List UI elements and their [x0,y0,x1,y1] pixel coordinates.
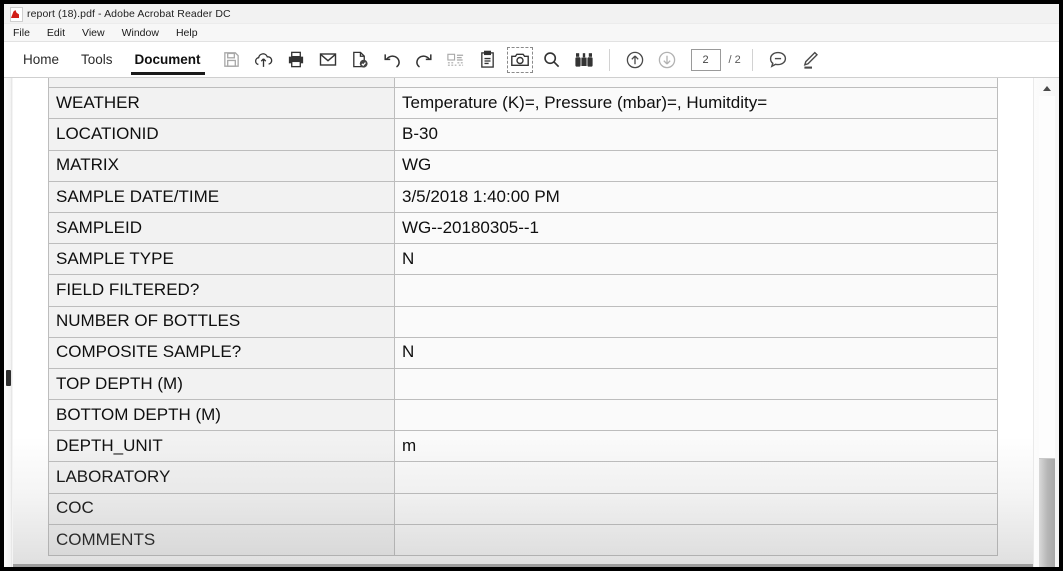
field-label-laboratory: LABORATORY [49,462,395,493]
table-row: LOCATIONID B-30 [49,119,998,150]
field-label-number-of-bottles: NUMBER OF BOTTLES [49,306,395,337]
acrobat-pdf-icon [10,7,22,20]
table-row: FIELD FILTERED? [49,275,998,306]
field-value-sample-date-time: 3/5/2018 1:40:00 PM [395,181,998,212]
field-value-matrix: WG [395,150,998,181]
field-label-sample-date-time: SAMPLE DATE/TIME [49,181,395,212]
acrobat-window: report (18).pdf - Adobe Acrobat Reader D… [4,4,1059,567]
table-row: COMPOSITE SAMPLE? N [49,337,998,368]
field-label-top-depth: TOP DEPTH (M) [49,368,395,399]
table-row: BOTTOM DEPTH (M) [49,400,998,431]
field-value-coc [395,493,998,524]
table-row: WEATHER Temperature (K)=, Pressure (mbar… [49,88,998,119]
field-value-laboratory [395,462,998,493]
field-value [395,78,998,88]
toolbar-divider-1 [609,49,610,71]
tab-home-label: Home [23,52,59,67]
pdf-page-2: WEATHER Temperature (K)=, Pressure (mbar… [48,78,1003,556]
menu-item-window[interactable]: Window [122,27,159,39]
table-row: COMMENTS [49,524,998,555]
scroll-up-arrow-icon[interactable] [1043,86,1051,91]
vertical-scrollbar[interactable] [1033,78,1059,567]
field-value-composite-sample: N [395,337,998,368]
field-value-field-filtered [395,275,998,306]
field-value-depth-unit: m [395,431,998,462]
window-title: report (18).pdf - Adobe Acrobat Reader D… [27,8,231,20]
table-row: SAMPLE TYPE N [49,244,998,275]
clipboard-icon[interactable] [473,45,503,75]
table-row: MATRIX WG [49,150,998,181]
field-label-bottom-depth: BOTTOM DEPTH (M) [49,400,395,431]
scrollbar-thumb[interactable] [1039,458,1055,567]
page-number-input[interactable]: 2 [691,49,721,71]
field-label-coc: COC [49,493,395,524]
field-label-matrix: MATRIX [49,150,395,181]
table-row: LABORATORY [49,462,998,493]
document-viewer: WEATHER Temperature (K)=, Pressure (mbar… [4,78,1059,567]
table-body: WEATHER Temperature (K)=, Pressure (mbar… [49,78,998,556]
table-row: COC [49,493,998,524]
toolbar: Home Tools Document [4,42,1059,78]
field-value-sample-type: N [395,244,998,275]
page-bottom-edge [13,564,1033,567]
snapshot-camera-icon[interactable] [505,45,535,75]
next-page-icon[interactable] [652,45,682,75]
field-value-comments [395,524,998,555]
navigation-pane-edge [4,78,12,567]
binoculars-icon[interactable] [569,45,599,75]
toolbar-divider-2 [752,49,753,71]
table-row: TOP DEPTH (M) [49,368,998,399]
redo-icon[interactable] [409,45,439,75]
sample-metadata-table: WEATHER Temperature (K)=, Pressure (mbar… [48,78,998,556]
table-row: SAMPLEID WG--20180305--1 [49,212,998,243]
screenshot-root: report (18).pdf - Adobe Acrobat Reader D… [0,0,1063,571]
print-icon[interactable] [281,45,311,75]
page-total-label: / 2 [729,54,741,66]
tab-tools[interactable]: Tools [74,43,120,77]
select-text-icon[interactable] [441,45,471,75]
field-label-sample-type: SAMPLE TYPE [49,244,395,275]
tab-document[interactable]: Document [128,43,208,77]
comment-icon[interactable] [763,45,793,75]
table-row-partial-top [49,78,998,88]
menu-item-file[interactable]: File [13,27,30,39]
field-label-depth-unit: DEPTH_UNIT [49,431,395,462]
pdf-page-canvas[interactable]: WEATHER Temperature (K)=, Pressure (mbar… [13,78,1033,567]
previous-page-icon[interactable] [620,45,650,75]
highlight-pen-icon[interactable] [795,45,825,75]
field-label-field-filtered: FIELD FILTERED? [49,275,395,306]
field-value-sampleid: WG--20180305--1 [395,212,998,243]
table-row: NUMBER OF BOTTLES [49,306,998,337]
undo-icon[interactable] [377,45,407,75]
email-icon[interactable] [313,45,343,75]
navigation-pane-toggle-handle[interactable] [6,370,11,386]
field-value-bottom-depth [395,400,998,431]
field-label-comments: COMMENTS [49,524,395,555]
menu-bar: File Edit View Window Help [4,24,1059,42]
tab-document-label: Document [135,52,201,67]
cloud-upload-icon[interactable] [249,45,279,75]
field-label [49,78,395,88]
certify-document-icon[interactable] [345,45,375,75]
search-icon[interactable] [537,45,567,75]
field-value-number-of-bottles [395,306,998,337]
tab-tools-label: Tools [81,52,113,67]
menu-item-edit[interactable]: Edit [47,27,65,39]
menu-item-view[interactable]: View [82,27,105,39]
title-bar: report (18).pdf - Adobe Acrobat Reader D… [4,4,1059,24]
field-value-locationid: B-30 [395,119,998,150]
save-icon[interactable] [217,45,247,75]
field-value-weather: Temperature (K)=, Pressure (mbar)=, Humi… [395,88,998,119]
menu-item-help[interactable]: Help [176,27,198,39]
tab-home[interactable]: Home [16,43,66,77]
field-label-composite-sample: COMPOSITE SAMPLE? [49,337,395,368]
field-label-locationid: LOCATIONID [49,119,395,150]
table-row: DEPTH_UNIT m [49,431,998,462]
table-row: SAMPLE DATE/TIME 3/5/2018 1:40:00 PM [49,181,998,212]
field-value-top-depth [395,368,998,399]
field-label-weather: WEATHER [49,88,395,119]
field-label-sampleid: SAMPLEID [49,212,395,243]
